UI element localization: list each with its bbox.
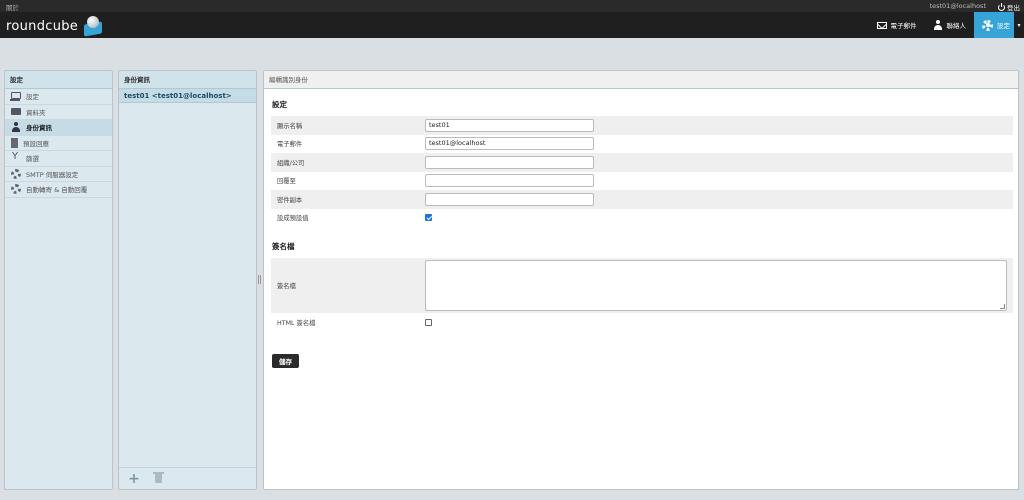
email-row: 電子郵件 test01@localhost xyxy=(271,135,1013,154)
list-item[interactable]: test01 <test01@localhost> xyxy=(119,89,256,103)
panel-resize-handle[interactable] xyxy=(258,275,261,284)
reply-to-label: 回覆至 xyxy=(277,178,296,186)
plus-icon: + xyxy=(128,470,140,487)
display-name-row: 顯示名稱 test01 xyxy=(271,116,1013,135)
reply-to-input[interactable] xyxy=(425,174,594,188)
bcc-input[interactable] xyxy=(425,192,594,206)
signature-textarea[interactable] xyxy=(425,260,1007,311)
trash-icon xyxy=(152,472,164,483)
about-link[interactable]: 關於 xyxy=(6,2,19,12)
settings-section-title: 設定 xyxy=(272,100,287,109)
edit-identity-panel: 編輯識別身份 設定 顯示名稱 test01 電子郵件 test01@localh… xyxy=(263,70,1019,490)
email-input[interactable]: test01@localhost xyxy=(425,137,594,151)
filter-icon xyxy=(11,151,21,163)
edit-panel-title: 編輯識別身份 xyxy=(264,71,1018,89)
current-user: test01@localhost xyxy=(929,2,986,10)
sidebar-item-smtp[interactable]: SMTP 伺服器設定 xyxy=(5,167,112,182)
sidebar-item-label: 身份資訊 xyxy=(26,124,52,133)
sidebar-item-preferences[interactable]: 設定 xyxy=(5,89,112,105)
sidebar-item-folders[interactable]: 資料夾 xyxy=(5,105,112,120)
mail-icon xyxy=(876,21,887,29)
power-icon xyxy=(998,3,1005,11)
delete-identity-button[interactable] xyxy=(149,470,167,488)
gear-icon xyxy=(11,168,21,179)
signature-row: 簽名檔 xyxy=(271,258,1013,313)
bcc-label: 密件副本 xyxy=(277,196,303,204)
logo-text: roundcube xyxy=(6,18,79,34)
save-button[interactable]: 儲存 xyxy=(272,353,299,368)
reply-to-row: 回覆至 xyxy=(271,172,1013,191)
nav-mail[interactable]: 電子郵件 xyxy=(869,12,925,38)
identity-form: 設定 顯示名稱 test01 電子郵件 test01@localhost 組織/… xyxy=(271,95,1013,368)
user-icon xyxy=(11,122,21,133)
signature-section-title: 簽名檔 xyxy=(272,242,295,251)
organization-row: 組織/公司 xyxy=(271,153,1013,172)
nav-contacts-label: 聯絡人 xyxy=(946,22,967,30)
sidebar-item-label: SMTP 伺服器設定 xyxy=(26,170,79,179)
top-strip: 關於 test01@localhost 登出 xyxy=(0,0,1024,12)
html-signature-checkbox[interactable] xyxy=(425,318,432,326)
nav-settings[interactable]: 設定 xyxy=(974,12,1014,38)
sidebar-item-label: 設定 xyxy=(26,93,39,102)
nav-settings-label: 設定 xyxy=(997,22,1010,30)
sidebar-item-label: 資料夾 xyxy=(26,108,46,117)
html-signature-row: HTML 簽名檔 xyxy=(271,313,1013,332)
cube-logo-icon xyxy=(80,15,106,37)
roundcube-logo[interactable]: roundcube xyxy=(6,14,106,38)
identities-list-panel: 身份資訊 test01 <test01@localhost> + xyxy=(118,70,257,490)
main-nav: 電子郵件 聯絡人 設定 ▾ xyxy=(869,12,1024,38)
nav-contacts[interactable]: 聯絡人 xyxy=(925,12,975,38)
sidebar-item-label: 預設回應 xyxy=(23,139,49,148)
nav-mail-label: 電子郵件 xyxy=(890,22,917,30)
sidebar-item-forward-reply[interactable]: 自動轉寄 & 自動回覆 xyxy=(5,182,112,198)
gear-icon xyxy=(11,184,21,195)
display-name-input[interactable]: test01 xyxy=(425,118,594,132)
settings-sidebar: 設定 設定 資料夾 身份資訊 預設回應 篩選 SMTP 伺服器設定 自動轉寄 &… xyxy=(4,70,113,490)
settings-panel-title: 設定 xyxy=(5,71,112,89)
monitor-icon xyxy=(10,91,21,101)
contacts-icon xyxy=(933,20,943,30)
folder-icon xyxy=(11,108,21,116)
gear-icon xyxy=(982,19,993,31)
header-bar: roundcube 電子郵件 聯絡人 設定 ▾ xyxy=(0,12,1024,38)
add-identity-button[interactable]: + xyxy=(125,470,143,488)
sidebar-item-identities[interactable]: 身份資訊 xyxy=(5,120,112,136)
sidebar-item-filters[interactable]: 篩選 xyxy=(5,151,112,167)
signature-label: 簽名檔 xyxy=(277,283,296,290)
set-default-row: 設成預設值 xyxy=(271,209,1013,228)
html-signature-label: HTML 簽名檔 xyxy=(277,319,316,327)
set-default-label: 設成預設值 xyxy=(277,215,309,223)
set-default-checkbox[interactable] xyxy=(425,214,432,222)
email-label: 電子郵件 xyxy=(277,141,303,149)
identities-panel-title: 身份資訊 xyxy=(119,71,256,89)
bcc-row: 密件副本 xyxy=(271,190,1013,209)
organization-label: 組織/公司 xyxy=(277,159,305,167)
identities-footer: + xyxy=(119,467,256,489)
nav-more-chevron-down-icon[interactable]: ▾ xyxy=(1014,12,1024,38)
sidebar-item-label: 篩選 xyxy=(26,155,39,164)
display-name-label: 顯示名稱 xyxy=(277,122,303,130)
document-icon xyxy=(11,137,18,148)
sidebar-item-label: 自動轉寄 & 自動回覆 xyxy=(26,186,88,195)
logout-label: 登出 xyxy=(1007,4,1020,12)
sidebar-item-responses[interactable]: 預設回應 xyxy=(5,136,112,151)
logout-button[interactable]: 登出 xyxy=(998,2,1020,12)
organization-input[interactable] xyxy=(425,155,594,169)
